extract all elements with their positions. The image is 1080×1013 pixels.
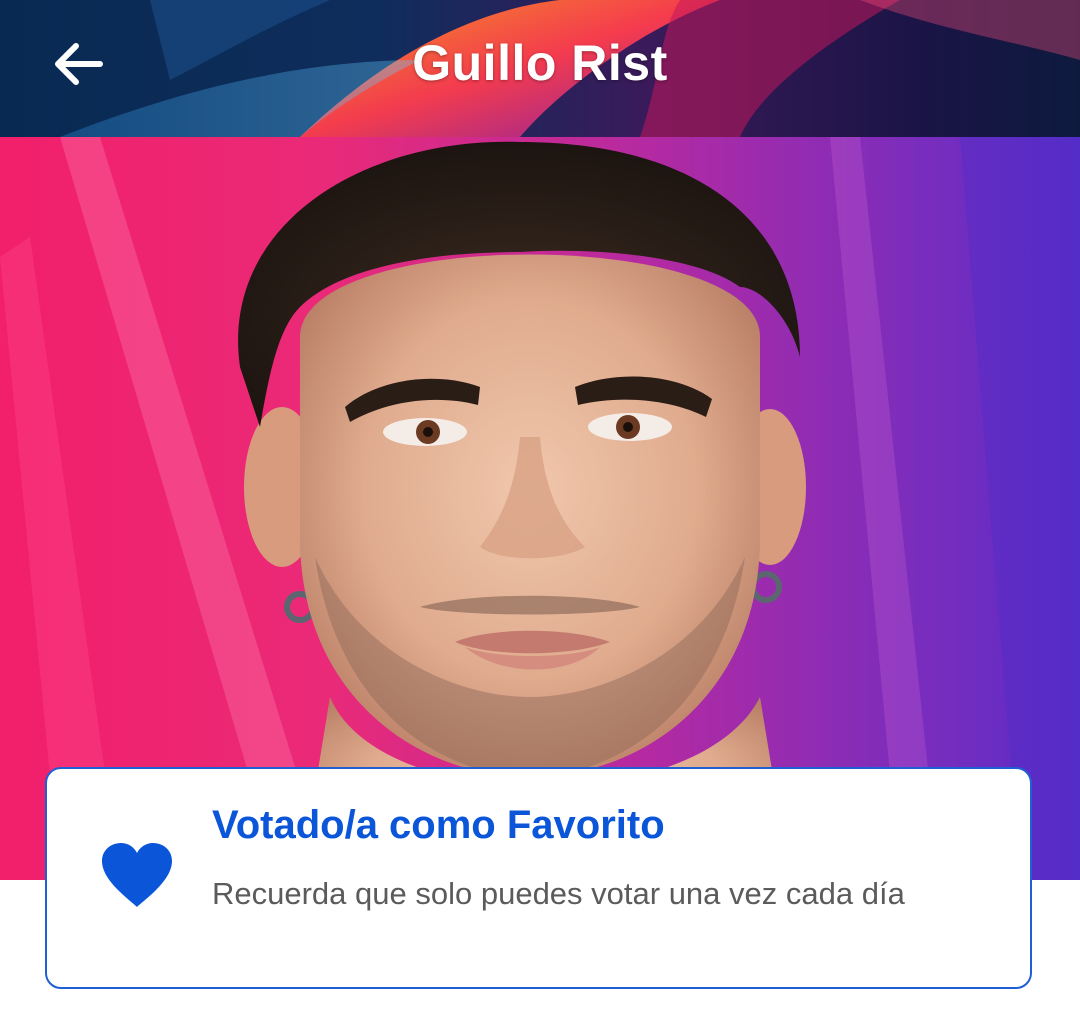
page-title: Guillo Rist	[412, 35, 668, 91]
vote-confirmation-card: Votado/a como Favorito Recuerda que solo…	[45, 767, 1032, 989]
heart-icon	[102, 843, 172, 907]
vote-reminder-text: Recuerda que solo puedes votar una vez c…	[212, 876, 905, 911]
contestant-screen: Guillo Rist Votado/a como Favorito Recue…	[0, 0, 1080, 1013]
app-header: Guillo Rist	[0, 0, 1080, 137]
vote-status-title: Votado/a como Favorito	[212, 803, 665, 847]
